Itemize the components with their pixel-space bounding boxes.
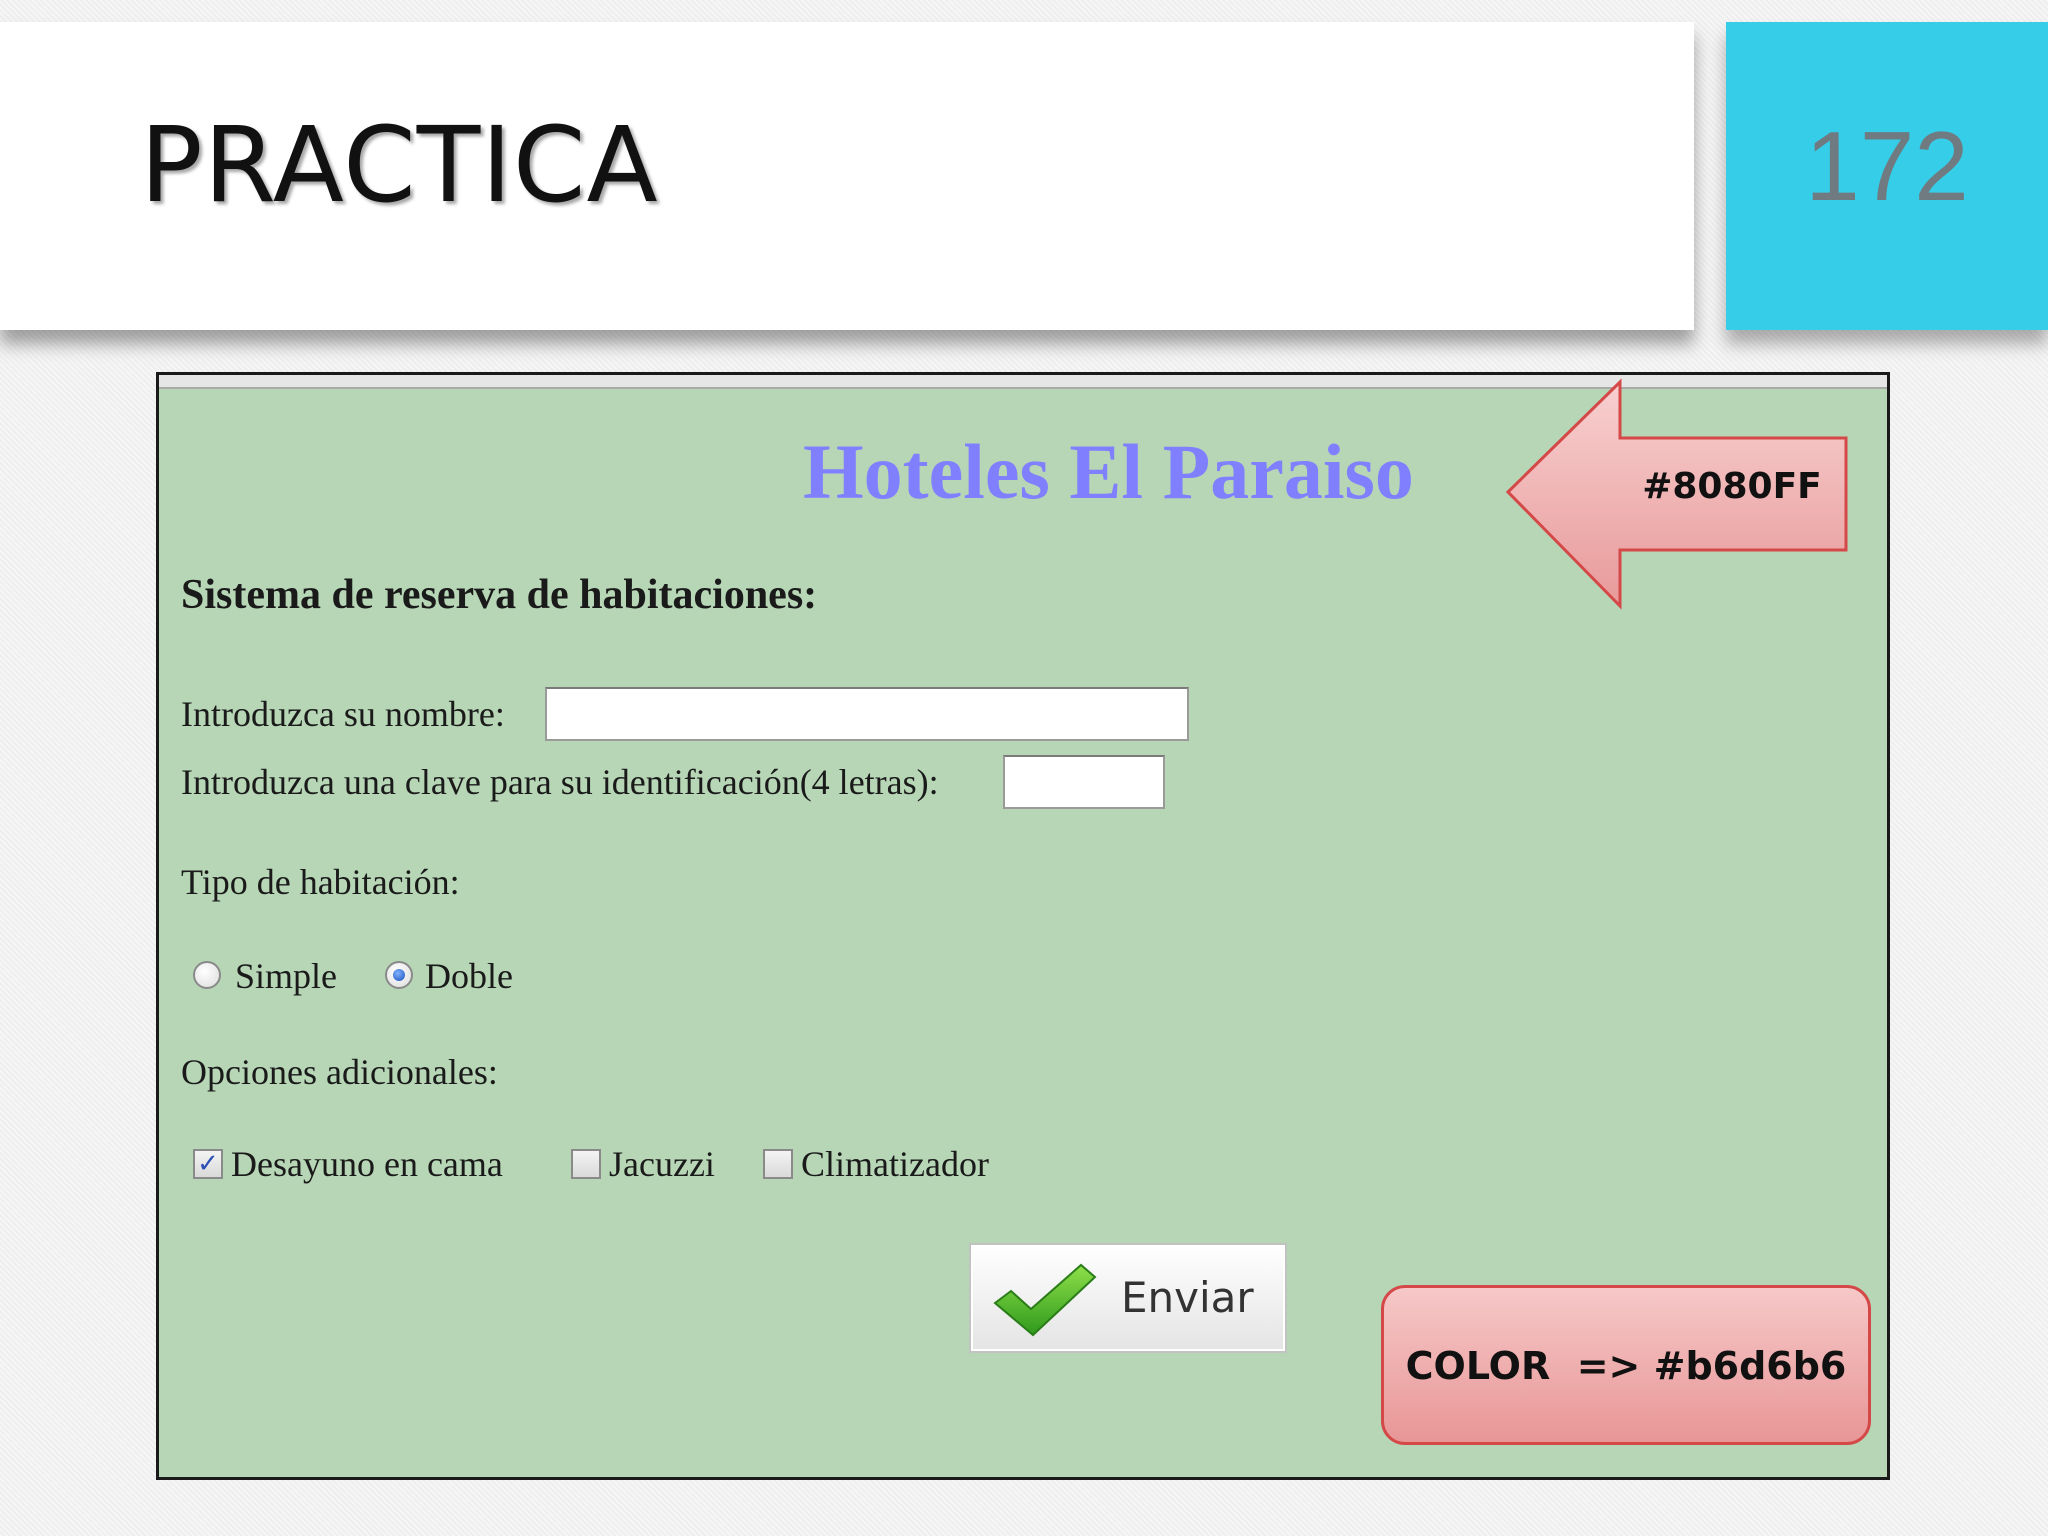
key-input[interactable] [1003, 755, 1165, 809]
key-label: Introduzca una clave para su identificac… [181, 762, 939, 802]
checkbox-desayuno[interactable]: ✓ [193, 1149, 223, 1179]
arrow-color-text: #8080FF [1642, 466, 1822, 507]
radio-simple-label[interactable]: Simple [235, 955, 337, 997]
checkbox-jacuzzi-label[interactable]: Jacuzzi [609, 1143, 715, 1185]
slide-number: 172 [1805, 111, 1969, 221]
checkbox-climatizador-label[interactable]: Climatizador [801, 1143, 989, 1185]
checkbox-climatizador[interactable] [763, 1149, 793, 1179]
enviar-button[interactable]: Enviar [969, 1243, 1287, 1353]
checkbox-desayuno-label[interactable]: Desayuno en cama [231, 1143, 503, 1185]
color-arrow-callout: #8080FF [1504, 378, 1850, 610]
room-type-label: Tipo de habitación: [181, 862, 460, 902]
name-input[interactable] [545, 687, 1189, 741]
radio-doble[interactable] [385, 961, 413, 989]
name-label: Introduzca su nombre: [181, 694, 505, 734]
hotel-title: Hoteles El Paraiso [803, 428, 1414, 515]
green-checkmark-icon [993, 1263, 1097, 1337]
radio-doble-label[interactable]: Doble [425, 955, 513, 997]
enviar-label: Enviar [1121, 1273, 1254, 1322]
color-note-text: COLOR => #b6d6b6 [1405, 1344, 1847, 1388]
color-note-callout: COLOR => #b6d6b6 [1381, 1285, 1871, 1445]
slide-title: PRACTICA [140, 104, 659, 226]
checkbox-jacuzzi[interactable] [571, 1149, 601, 1179]
form-subheading: Sistema de reserva de habitaciones: [181, 572, 818, 618]
extras-label: Opciones adicionales: [181, 1052, 498, 1092]
radio-simple[interactable] [193, 961, 221, 989]
